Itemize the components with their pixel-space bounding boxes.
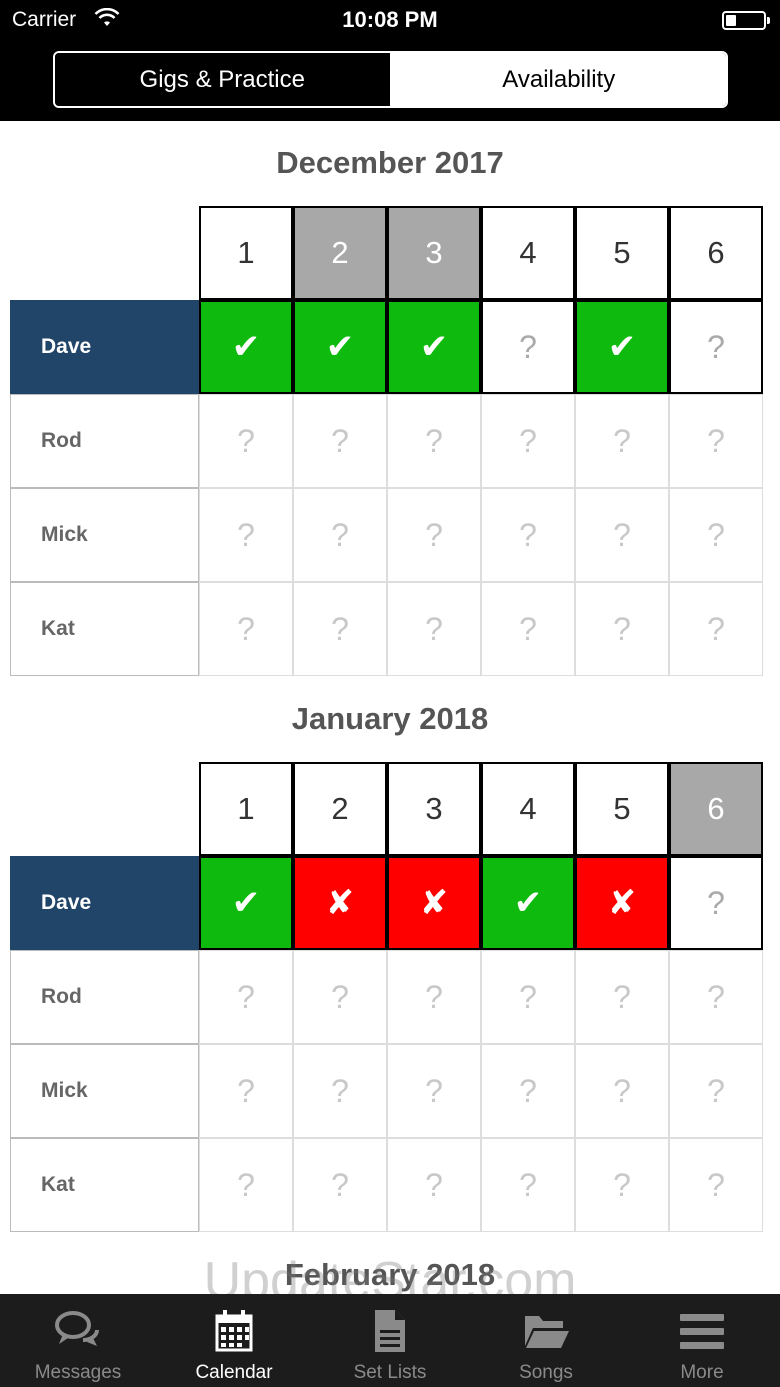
availability-cell-unknown[interactable]: ?: [669, 856, 763, 950]
availability-cell-yes[interactable]: ✔: [199, 300, 293, 394]
availability-cell-yes[interactable]: ✔: [481, 856, 575, 950]
month-title: February 2018: [284, 1257, 496, 1292]
availability-cell-unknown: ?: [387, 394, 481, 488]
availability-cell-yes[interactable]: ✔: [293, 300, 387, 394]
availability-cell-unknown: ?: [481, 950, 575, 1044]
battery-icon: [722, 11, 770, 30]
view-segmented-control: Gigs & Practice Availability: [53, 51, 728, 108]
availability-cell-unknown: ?: [387, 1138, 481, 1232]
member-name: Dave: [10, 300, 199, 394]
tab-label: Set Lists: [353, 1362, 427, 1383]
availability-cell-no[interactable]: ✘: [387, 856, 481, 950]
menu-icon: [680, 1314, 724, 1349]
calendar-icon: [215, 1310, 253, 1352]
day-header: 2: [293, 762, 387, 856]
availability-cell-unknown[interactable]: ?: [669, 300, 763, 394]
availability-cell-unknown: ?: [575, 1044, 669, 1138]
availability-cell-unknown: ?: [199, 582, 293, 676]
day-header: 4: [481, 762, 575, 856]
availability-cell-unknown: ?: [199, 950, 293, 1044]
member-name: Mick: [10, 488, 199, 582]
folder-icon: [525, 1316, 569, 1348]
top-bar: Carrier 10:08 PM Gigs & Practice Availab…: [0, 0, 780, 121]
availability-cell-unknown: ?: [293, 1138, 387, 1232]
member-name: Mick: [10, 1044, 199, 1138]
availability-cell-yes[interactable]: ✔: [199, 856, 293, 950]
availability-cell-unknown: ?: [481, 394, 575, 488]
availability-calendar[interactable]: December 2017 1 2 3 4 5 6 Dave ✔ ✔ ✔? ✔? Rod?????? M…: [0, 121, 780, 1294]
availability-cell-unknown: ?: [481, 582, 575, 676]
day-header: 5: [575, 762, 669, 856]
availability-cell-unknown: ?: [669, 1138, 763, 1232]
member-name: Kat: [10, 582, 199, 676]
tab-calendar[interactable]: Calendar: [156, 1294, 312, 1387]
day-header: 2: [293, 206, 387, 300]
availability-grid: 1 2 3 4 5 6 Dave ✔ ✘ ✘ ✔ ✘? Rod?????? Mick?????? Kat??…: [10, 762, 770, 1232]
tab-messages[interactable]: Messages: [0, 1294, 156, 1387]
availability-cell-unknown: ?: [387, 488, 481, 582]
availability-cell-unknown: ?: [293, 488, 387, 582]
tab-bar: Messages Calendar Set Lists Songs More: [0, 1294, 780, 1387]
availability-cell-yes[interactable]: ✔: [575, 300, 669, 394]
member-name: Kat: [10, 1138, 199, 1232]
member-name: Rod: [10, 394, 199, 488]
document-icon: [375, 1310, 405, 1352]
availability-cell-unknown: ?: [669, 950, 763, 1044]
availability-cell-unknown: ?: [199, 488, 293, 582]
chat-bubbles-icon: [55, 1311, 99, 1346]
availability-cell-unknown: ?: [575, 582, 669, 676]
day-header: 1: [199, 206, 293, 300]
member-name: Rod: [10, 950, 199, 1044]
day-header: 1: [199, 762, 293, 856]
availability-grid: 1 2 3 4 5 6 Dave ✔ ✔ ✔? ✔? Rod?????? Mick?????? Kat??…: [10, 206, 770, 676]
availability-cell-unknown: ?: [481, 1138, 575, 1232]
tab-label: More: [680, 1362, 724, 1383]
availability-cell-unknown: ?: [293, 1044, 387, 1138]
availability-cell-unknown: ?: [669, 1044, 763, 1138]
tab-set-lists[interactable]: Set Lists: [312, 1294, 468, 1387]
day-header: 3: [387, 762, 481, 856]
status-bar: Carrier 10:08 PM: [0, 0, 780, 40]
day-header: 6: [669, 762, 763, 856]
day-header: 4: [481, 206, 575, 300]
availability-cell-unknown: ?: [481, 488, 575, 582]
availability-cell-unknown: ?: [575, 950, 669, 1044]
availability-cell-unknown: ?: [575, 488, 669, 582]
availability-cell-unknown: ?: [575, 394, 669, 488]
availability-cell-no[interactable]: ✘: [575, 856, 669, 950]
availability-cell-yes[interactable]: ✔: [387, 300, 481, 394]
availability-cell-unknown: ?: [575, 1138, 669, 1232]
segment-gigs-practice[interactable]: Gigs & Practice: [55, 53, 392, 106]
availability-cell-unknown: ?: [669, 394, 763, 488]
availability-cell-unknown: ?: [293, 582, 387, 676]
tab-label: Messages: [34, 1362, 122, 1383]
tab-more[interactable]: More: [624, 1294, 780, 1387]
availability-cell-unknown[interactable]: ?: [481, 300, 575, 394]
tab-label: Calendar: [195, 1362, 273, 1383]
availability-cell-unknown: ?: [669, 582, 763, 676]
clock: 10:08 PM: [342, 7, 438, 32]
availability-cell-unknown: ?: [481, 1044, 575, 1138]
availability-cell-no[interactable]: ✘: [293, 856, 387, 950]
day-header: 6: [669, 206, 763, 300]
tab-songs[interactable]: Songs: [468, 1294, 624, 1387]
availability-cell-unknown: ?: [293, 394, 387, 488]
availability-cell-unknown: ?: [387, 1044, 481, 1138]
availability-cell-unknown: ?: [293, 950, 387, 1044]
availability-cell-unknown: ?: [199, 1044, 293, 1138]
availability-cell-unknown: ?: [387, 582, 481, 676]
availability-cell-unknown: ?: [199, 394, 293, 488]
availability-cell-unknown: ?: [199, 1138, 293, 1232]
month-title: December 2017: [276, 145, 504, 180]
availability-cell-unknown: ?: [387, 950, 481, 1044]
tab-label: Songs: [519, 1362, 573, 1383]
segment-availability[interactable]: Availability: [391, 53, 726, 106]
member-name: Dave: [10, 856, 199, 950]
day-header: 5: [575, 206, 669, 300]
availability-cell-unknown: ?: [669, 488, 763, 582]
day-header: 3: [387, 206, 481, 300]
month-title: January 2018: [291, 701, 489, 736]
